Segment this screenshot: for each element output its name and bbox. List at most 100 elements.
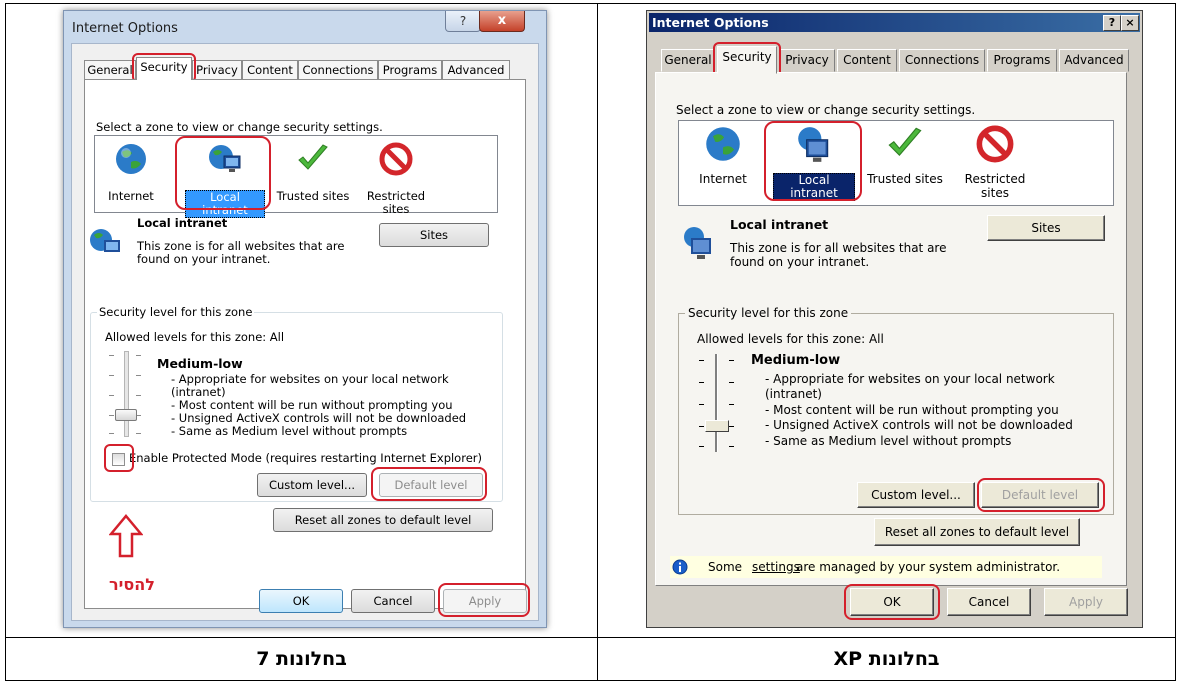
- win7-allowed-levels: Allowed levels for this zone: All: [105, 330, 285, 344]
- win7-zone-trusted-sites[interactable]: Trusted sites: [275, 142, 351, 206]
- xp-zone-trusted-sites-label: Trusted sites: [867, 172, 943, 186]
- win7-level-name: Medium-low: [157, 356, 243, 371]
- xp-tab-advanced[interactable]: Advanced: [1059, 49, 1129, 72]
- win7-tab-advanced[interactable]: Advanced: [442, 60, 510, 79]
- win7-level-line-5: - Same as Medium level without prompts: [171, 424, 408, 438]
- up-arrow-icon: [109, 514, 143, 558]
- xp-zone-list: Internet Local intranet Trusted sites Re…: [678, 120, 1114, 206]
- win7-tab-privacy[interactable]: Privacy: [192, 60, 242, 79]
- win7-reset-all-button[interactable]: Reset all zones to default level: [273, 508, 493, 532]
- intranet-zone-icon: [684, 227, 711, 259]
- slider-track: [124, 351, 129, 437]
- restricted-icon: [976, 125, 1014, 163]
- xp-tab-content[interactable]: Content: [837, 49, 897, 72]
- win7-security-level-group: Security level for this zone Allowed lev…: [90, 305, 503, 502]
- caption-windowsxp: בחלונות XP: [833, 648, 940, 670]
- win7-custom-level-button[interactable]: Custom level...: [257, 473, 367, 497]
- slider-tick: [699, 426, 704, 427]
- win7-zone-restricted-label-2: sites: [382, 202, 410, 216]
- win7-close-button[interactable]: x: [479, 11, 525, 32]
- caption-windows7: בחלונות 7: [256, 648, 347, 670]
- slider-thumb[interactable]: [705, 420, 729, 432]
- table-border-center: [597, 3, 598, 681]
- xp-zone-restricted-sites[interactable]: Restricted sites: [959, 125, 1031, 200]
- table-border-left: [5, 3, 6, 681]
- win7-internet-options-dialog: Internet Options ? x General Security Pr…: [63, 10, 547, 628]
- xp-tab-privacy[interactable]: Privacy: [779, 49, 835, 72]
- xp-zone-instruction: Select a zone to view or change security…: [676, 103, 976, 117]
- xp-tab-security[interactable]: Security: [717, 46, 777, 74]
- xp-zone-desc-2: found on your intranet.: [730, 255, 870, 269]
- xp-level-line-3: - Most content will be run without promp…: [765, 403, 1059, 417]
- xp-cancel-button[interactable]: Cancel: [947, 588, 1031, 616]
- win7-security-page: Select a zone to view or change security…: [84, 79, 526, 609]
- xp-zone-desc-1: This zone is for all websites that are: [730, 241, 947, 255]
- win7-zone-trusted-sites-label: Trusted sites: [276, 189, 350, 203]
- slider-tick: [136, 395, 141, 396]
- xp-security-level-group: Security level for this zone Allowed lev…: [678, 306, 1114, 515]
- xp-zone-internet[interactable]: Internet: [693, 125, 753, 197]
- win7-protected-mode-label: Enable Protected Mode (requires restarti…: [129, 451, 482, 465]
- xp-zone-title: Local intranet: [730, 217, 829, 232]
- slider-thumb[interactable]: [115, 409, 137, 421]
- win7-apply-highlight: [438, 583, 530, 617]
- xp-tab-programs[interactable]: Programs: [987, 49, 1057, 72]
- win7-zone-internet[interactable]: Internet: [103, 142, 159, 206]
- slider-tick: [109, 433, 114, 434]
- xp-custom-level-button[interactable]: Custom level...: [857, 482, 975, 508]
- win7-tab-programs[interactable]: Programs: [378, 60, 442, 79]
- win7-zone-restricted-sites[interactable]: Restricted sites: [363, 142, 429, 216]
- xp-zone-internet-label: Internet: [699, 172, 747, 186]
- xp-settings-link[interactable]: settings: [752, 560, 800, 574]
- xp-default-level-highlight: [977, 478, 1105, 512]
- xp-security-page: Select a zone to view or change security…: [655, 72, 1127, 586]
- win7-tab-content[interactable]: Content: [242, 60, 298, 79]
- xp-apply-button[interactable]: Apply: [1044, 588, 1128, 616]
- xp-sites-button[interactable]: Sites: [987, 215, 1105, 241]
- globe-icon: [116, 144, 146, 174]
- win7-cancel-button[interactable]: Cancel: [351, 589, 435, 613]
- xp-security-slider[interactable]: [697, 354, 737, 454]
- checkmark-icon: [298, 144, 328, 170]
- slider-tick: [109, 355, 114, 356]
- win7-local-intranet-highlight: [175, 136, 271, 210]
- xp-info-text-pre: Some: [708, 560, 743, 574]
- win7-zone-desc-2: found on your intranet.: [137, 252, 271, 266]
- xp-level-line-1: - Appropriate for websites on your local…: [765, 372, 1055, 386]
- win7-zone-title: Local intranet: [137, 216, 228, 230]
- win7-tab-general[interactable]: General: [84, 60, 136, 79]
- xp-help-button[interactable]: ?: [1103, 15, 1121, 31]
- xp-allowed-levels: Allowed levels for this zone: All: [697, 332, 884, 346]
- win7-security-slider[interactable]: [105, 351, 145, 437]
- slider-tick: [699, 360, 704, 361]
- xp-tab-general[interactable]: General: [661, 49, 715, 72]
- restricted-icon: [379, 142, 413, 176]
- xp-zone-trusted-sites[interactable]: Trusted sites: [865, 125, 945, 197]
- xp-close-button[interactable]: ×: [1121, 15, 1139, 31]
- info-icon: [672, 559, 688, 575]
- xp-level-line-4: - Unsigned ActiveX controls will not be …: [765, 418, 1073, 432]
- xp-level-name: Medium-low: [751, 353, 841, 368]
- win7-remove-label: להסיר: [109, 575, 155, 594]
- slider-tick: [109, 415, 114, 416]
- win7-zone-internet-label: Internet: [108, 189, 154, 203]
- win7-ok-button[interactable]: OK: [259, 589, 343, 613]
- win7-zone-list: Internet Local intranet Trusted sites Re…: [94, 135, 498, 218]
- xp-dialog-title: Internet Options: [652, 15, 769, 30]
- slider-tick: [729, 426, 734, 427]
- table-border-top: [5, 3, 1176, 4]
- table-border-bottom: [5, 680, 1176, 681]
- win7-tab-security[interactable]: Security: [136, 57, 192, 80]
- xp-internet-options-dialog: Internet Options ? × General Security Pr…: [646, 10, 1143, 628]
- win7-tab-connections[interactable]: Connections: [298, 60, 378, 79]
- win7-default-level-highlight: [371, 467, 487, 501]
- win7-help-button[interactable]: ?: [445, 11, 481, 32]
- slider-track: [715, 354, 718, 452]
- xp-info-text-post: are managed by your system administrator…: [796, 560, 1061, 574]
- win7-checkbox-highlight: [104, 444, 134, 472]
- win7-sites-button[interactable]: Sites: [379, 223, 489, 247]
- xp-reset-all-button[interactable]: Reset all zones to default level: [874, 518, 1080, 546]
- xp-zone-restricted-label-2: sites: [981, 186, 1009, 200]
- xp-tab-connections[interactable]: Connections: [899, 49, 985, 72]
- slider-tick: [729, 446, 734, 447]
